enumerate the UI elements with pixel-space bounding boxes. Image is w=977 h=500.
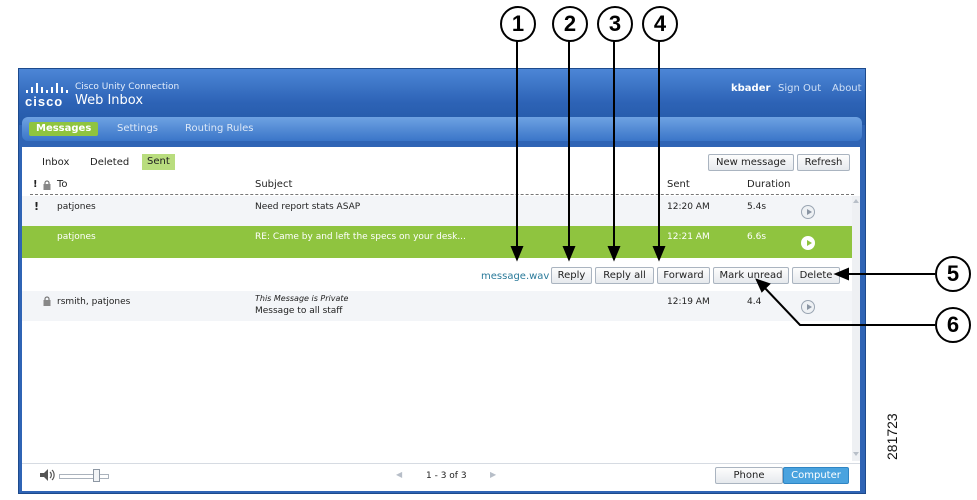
callout-5: 5: [935, 256, 971, 292]
callout-6: 6: [935, 307, 971, 343]
folder-deleted[interactable]: Deleted: [90, 157, 129, 168]
play-icon[interactable]: [801, 236, 815, 250]
priority-column-icon: !: [33, 179, 38, 190]
footer-divider: [22, 463, 860, 464]
reply-button[interactable]: Reply: [551, 267, 592, 284]
lock-icon: [43, 296, 51, 309]
play-icon[interactable]: [801, 300, 815, 314]
scroll-up-arrow[interactable]: [853, 199, 859, 203]
lock-column-icon: [43, 180, 51, 193]
sent-time: 12:21 AM: [667, 232, 710, 242]
reply-all-button[interactable]: Reply all: [595, 267, 654, 284]
callout-2: 2: [552, 6, 588, 42]
play-icon[interactable]: [801, 205, 815, 219]
pagination-label: 1 - 3 of 3: [426, 471, 467, 481]
sent-time: 12:20 AM: [667, 202, 710, 212]
callout-4: 4: [642, 6, 678, 42]
prev-page-icon[interactable]: ◀: [396, 470, 405, 480]
subject: RE: Came by and left the specs on your d…: [255, 232, 466, 242]
tab-routing-rules[interactable]: Routing Rules: [178, 122, 261, 136]
refresh-button[interactable]: Refresh: [797, 154, 850, 171]
forward-button[interactable]: Forward: [657, 267, 710, 284]
sent-column-header[interactable]: Sent: [667, 179, 690, 190]
volume-slider[interactable]: [59, 469, 109, 482]
private-note: This Message is Private: [255, 294, 349, 303]
recipient: rsmith, patjones: [57, 297, 131, 307]
product-name: Cisco Unity Connection: [75, 82, 180, 92]
attachment-link[interactable]: message.wav: [481, 271, 549, 282]
message-row[interactable]: ! patjones Need report stats ASAP 12:20 …: [22, 196, 854, 226]
app-title: Web Inbox: [75, 93, 144, 108]
subject: Message to all staff: [255, 306, 343, 316]
recipient: patjones: [57, 202, 96, 212]
sign-out-link[interactable]: Sign Out: [778, 83, 821, 94]
figure-id: 281723: [884, 413, 900, 460]
next-page-icon[interactable]: ▶: [490, 470, 499, 480]
recipient: patjones: [57, 232, 96, 242]
tab-settings[interactable]: Settings: [110, 122, 165, 136]
main-nav: Messages Settings Routing Rules: [22, 117, 862, 141]
priority-icon: !: [34, 200, 40, 213]
volume-icon[interactable]: [40, 469, 56, 484]
duration-column-header[interactable]: Duration: [747, 179, 790, 190]
message-row-selected[interactable]: patjones RE: Came by and left the specs …: [22, 226, 854, 258]
subject: Need report stats ASAP: [255, 202, 361, 212]
about-link[interactable]: About: [832, 83, 862, 94]
cisco-wordmark: cisco: [25, 94, 64, 109]
web-inbox-window: cisco Cisco Unity Connection Web Inbox k…: [18, 68, 866, 494]
message-row[interactable]: rsmith, patjones This Message is Private…: [22, 291, 854, 321]
computer-toggle[interactable]: Computer: [783, 467, 849, 484]
duration: 5.4s: [747, 202, 767, 212]
folder-sent[interactable]: Sent: [142, 154, 175, 170]
new-message-button[interactable]: New message: [708, 154, 794, 171]
volume-slider-thumb[interactable]: [92, 469, 100, 482]
sent-time: 12:19 AM: [667, 297, 710, 307]
duration: 4.4: [747, 297, 762, 307]
callout-3: 3: [597, 6, 633, 42]
header-divider: [30, 194, 854, 195]
callout-1: 1: [500, 6, 536, 42]
tab-messages[interactable]: Messages: [29, 122, 99, 136]
phone-toggle[interactable]: Phone: [715, 467, 783, 484]
username: kbader: [731, 83, 771, 94]
scroll-down-arrow[interactable]: [853, 452, 859, 456]
scrollbar[interactable]: [852, 196, 860, 461]
messages-panel: Inbox Deleted Sent New message Refresh !…: [22, 147, 860, 491]
subject-column-header[interactable]: Subject: [255, 179, 292, 190]
to-column-header[interactable]: To: [57, 179, 68, 190]
folder-inbox[interactable]: Inbox: [42, 157, 69, 168]
delete-button[interactable]: Delete: [792, 267, 840, 284]
mark-unread-button[interactable]: Mark unread: [713, 267, 789, 284]
duration: 6.6s: [747, 232, 767, 242]
